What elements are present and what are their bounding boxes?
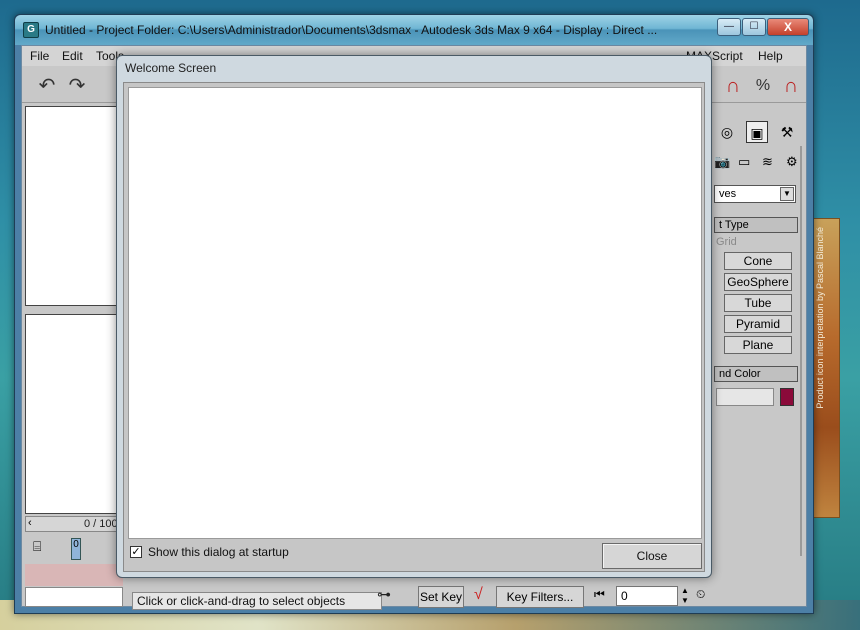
dialog-title: Welcome Screen — [125, 61, 217, 75]
show-at-startup-label[interactable]: Show this dialog at startup — [148, 545, 289, 559]
motion-tab-icon[interactable]: ◎ — [716, 121, 738, 143]
set-key-button[interactable]: Set Key — [418, 586, 464, 608]
magnet-icon[interactable]: ∩ — [720, 75, 746, 99]
menu-file[interactable]: File — [30, 49, 49, 63]
app-icon[interactable]: G — [23, 22, 39, 38]
minimize-button[interactable]: — — [717, 18, 741, 36]
track-bar[interactable]: ⌸ 0 — [25, 534, 123, 560]
category-dropdown[interactable]: ves ▼ — [714, 185, 796, 203]
key-icon[interactable]: ⊶ — [377, 586, 391, 603]
undo-icon[interactable]: ↶ — [34, 75, 60, 99]
chevron-left-icon[interactable]: ‹ — [28, 517, 32, 529]
utilities-tab-icon[interactable]: ⚒ — [776, 121, 798, 143]
space-warps-icon[interactable]: ≋ — [762, 154, 773, 170]
key-mode-icon[interactable]: √ — [474, 586, 483, 604]
viewport-top-left[interactable] — [25, 106, 123, 306]
menu-edit[interactable]: Edit — [62, 49, 83, 63]
show-at-startup-checkbox[interactable]: ✓ — [130, 546, 142, 558]
cameras-icon[interactable]: 📷 — [714, 154, 730, 170]
systems-icon[interactable]: ⚙ — [786, 154, 798, 170]
key-filters-button[interactable]: Key Filters... — [496, 586, 584, 608]
object-color-swatch[interactable] — [780, 388, 794, 406]
track-bar-icon[interactable]: ⌸ — [33, 538, 41, 555]
welcome-dialog: Welcome Screen ✓ Show this dialog at sta… — [116, 55, 712, 578]
cone-button[interactable]: Cone — [724, 252, 792, 270]
name-color-rollout[interactable]: nd Color — [714, 366, 798, 382]
autogrid-label[interactable]: Grid — [716, 236, 737, 248]
chevron-down-icon[interactable]: ▼ — [780, 187, 794, 201]
close-window-button[interactable]: X — [767, 18, 809, 36]
percent-snap-icon[interactable]: % — [750, 75, 776, 99]
maxscript-listener-pink[interactable] — [25, 564, 123, 586]
time-configuration-icon[interactable]: ⏲ — [696, 587, 705, 602]
close-button[interactable]: Close — [602, 543, 702, 569]
command-panel-tabs: ◎ ▣ ⚒ — [712, 119, 802, 149]
maximize-button[interactable]: ☐ — [742, 18, 766, 36]
viewport-bottom-left[interactable] — [25, 314, 123, 514]
tube-button[interactable]: Tube — [724, 294, 792, 312]
create-category-icons: 📷 ▭ ≋ ⚙ — [712, 152, 804, 174]
helpers-icon[interactable]: ▭ — [738, 154, 750, 170]
time-slider[interactable]: ‹ 0 / 100 — [25, 516, 123, 532]
dialog-body: ✓ Show this dialog at startup Close — [123, 82, 705, 572]
display-tab-icon[interactable]: ▣ — [746, 121, 768, 143]
window-title: Untitled - Project Folder: C:\Users\Admi… — [45, 23, 658, 37]
welcome-content-area — [128, 87, 702, 539]
geosphere-button[interactable]: GeoSphere — [724, 273, 792, 291]
banner-text: Product icon interpretation by Pascal Bl… — [815, 227, 825, 409]
time-slider-frame: 0 / 100 — [84, 518, 118, 530]
object-type-rollout[interactable]: t Type — [714, 217, 798, 233]
category-dropdown-value: ves — [719, 188, 737, 200]
track-slider[interactable]: 0 — [71, 538, 81, 560]
go-to-start-icon[interactable]: ⏮ — [594, 587, 605, 602]
current-frame-field[interactable]: 0 — [616, 586, 678, 606]
spinner-snap-icon[interactable]: ∩ — [778, 75, 804, 99]
maxscript-listener-white[interactable] — [25, 587, 123, 607]
redo-icon[interactable]: ↷ — [64, 75, 90, 99]
plane-button[interactable]: Plane — [724, 336, 792, 354]
menu-help[interactable]: Help — [758, 49, 783, 63]
frame-spinner[interactable]: ▲ ▼ — [680, 586, 690, 606]
object-name-field[interactable] — [716, 388, 774, 406]
pyramid-button[interactable]: Pyramid — [724, 315, 792, 333]
status-prompt: Click or click-and-drag to select object… — [132, 592, 382, 610]
command-panel-edge — [800, 146, 802, 556]
title-bar[interactable]: G Untitled - Project Folder: C:\Users\Ad… — [15, 15, 813, 45]
